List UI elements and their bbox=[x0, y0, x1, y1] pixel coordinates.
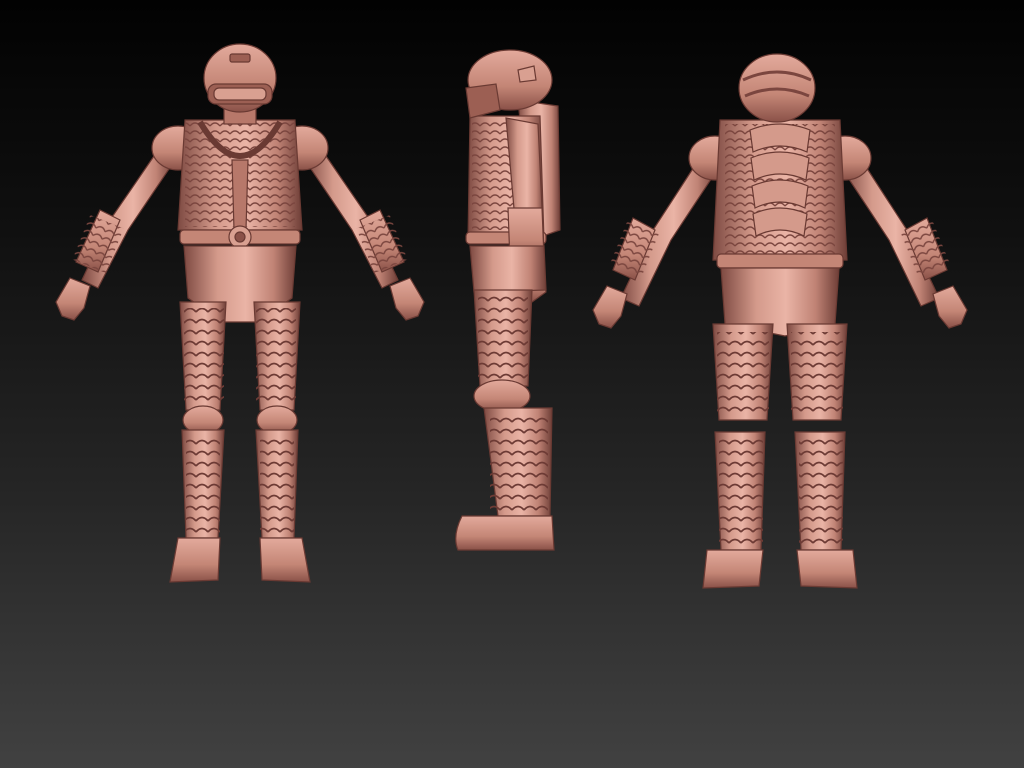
side-view-figure bbox=[440, 40, 580, 600]
sculpt-viewport bbox=[0, 0, 1024, 768]
front-view-sculpt bbox=[55, 43, 425, 583]
back-view-figure bbox=[585, 40, 975, 600]
front-view-figure bbox=[40, 40, 440, 600]
side-view-sculpt bbox=[455, 49, 561, 551]
back-view-sculpt bbox=[592, 53, 968, 589]
